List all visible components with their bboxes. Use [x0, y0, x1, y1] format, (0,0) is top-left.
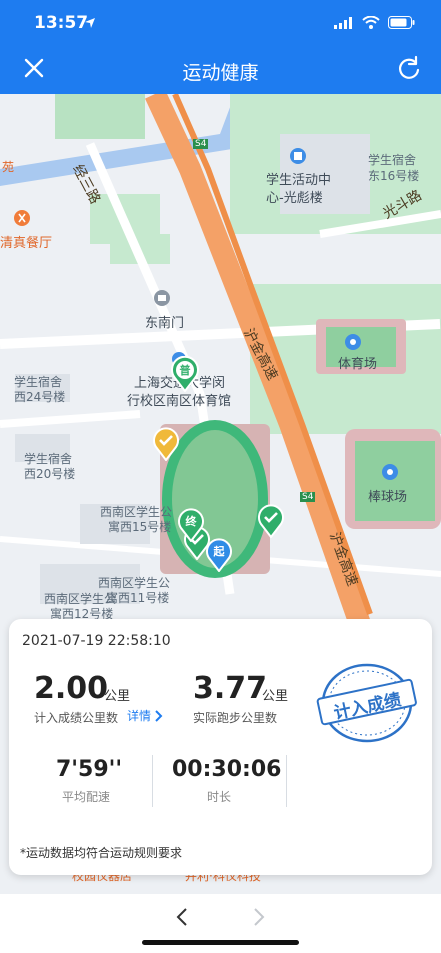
checkpoint-check-icon[interactable] — [152, 427, 180, 461]
building-icon — [290, 148, 306, 164]
map-label-dorm: 西24号楼 — [14, 390, 66, 404]
actual-distance-value: 3.77 — [193, 671, 268, 706]
stat-divider — [286, 755, 287, 807]
map-label-gym: 体育场 — [338, 357, 378, 372]
map-label-activity-center: 学生活动中 — [266, 173, 332, 188]
bottom-toolbar — [0, 894, 441, 953]
marker-label: 起 — [213, 545, 225, 558]
marker-label: 终 — [185, 515, 197, 528]
navigation-bar: 运动健康 — [0, 46, 441, 94]
map-label-dongnanmen: 东南门 — [145, 316, 185, 331]
counted-distance-unit: 公里 — [104, 689, 131, 704]
actual-distance-label: 实际跑步公里数 — [193, 711, 278, 725]
checkpoint-marker-pu[interactable]: 普 — [170, 356, 200, 392]
avg-pace-value: 7'59'' — [56, 757, 123, 782]
counted-distance-value: 2.00 — [34, 671, 109, 706]
avg-pace-label: 平均配速 — [62, 790, 111, 804]
compliance-note: *运动数据均符合运动规则要求 — [20, 846, 183, 860]
gate-icon — [154, 290, 170, 306]
wifi-icon — [362, 16, 380, 29]
map-label-garden: 苑 — [2, 160, 15, 174]
cellular-signal-icon — [334, 16, 352, 29]
map-label-restaurant: 清真餐厅 — [0, 236, 53, 251]
back-arrow-icon[interactable] — [172, 906, 194, 928]
location-arrow-icon — [85, 18, 95, 28]
counted-stamp: 计入成绩 — [315, 661, 419, 745]
map-label-s4: S4 — [300, 492, 316, 502]
chevron-right-icon — [155, 709, 163, 722]
duration-value: 00:30:06 — [172, 757, 282, 782]
end-marker[interactable]: 终 — [177, 508, 205, 542]
map-label-s4: S4 — [193, 139, 209, 149]
map-label-dorm: 学生宿舍 — [368, 153, 417, 167]
counted-distance-label: 计入成绩公里数 — [34, 711, 119, 725]
start-marker[interactable]: 起 — [205, 538, 233, 572]
map-label-apartment: 寓西15号楼 — [108, 520, 172, 534]
details-link[interactable]: 详情 — [127, 707, 164, 724]
run-summary-card: 2021-07-19 22:58:10 2.00 公里 计入成绩公里数 详情 3… — [9, 619, 432, 875]
page-title: 运动健康 — [182, 62, 259, 84]
map-label-dorm: 东16号楼 — [368, 169, 420, 183]
marker-label: 普 — [179, 364, 191, 377]
baseball-field-inner — [355, 441, 435, 521]
map-label-dorm: 西20号楼 — [24, 467, 76, 481]
checkpoint-check-icon[interactable] — [257, 504, 285, 538]
run-datetime: 2021-07-19 22:58:10 — [22, 633, 171, 649]
baseball-icon — [382, 464, 398, 480]
restaurant-icon — [14, 210, 30, 226]
refresh-icon[interactable] — [395, 54, 423, 82]
green-area — [55, 94, 145, 139]
forward-arrow-icon[interactable] — [247, 906, 269, 928]
actual-distance-unit: 公里 — [262, 689, 289, 704]
details-link-label: 详情 — [127, 709, 152, 723]
home-indicator[interactable] — [142, 940, 299, 945]
battery-icon — [388, 16, 415, 29]
map-label-activity-center: 心-光彪楼 — [266, 191, 323, 206]
stat-divider — [152, 755, 153, 807]
duration-label: 时长 — [207, 790, 232, 804]
map-label-baseball: 棒球场 — [368, 490, 408, 505]
map-label-stadium: 行校区南区体育馆 — [127, 394, 232, 409]
status-bar: 13:57 — [0, 0, 441, 46]
gym-icon — [345, 334, 361, 350]
status-time: 13:57 — [34, 13, 89, 33]
